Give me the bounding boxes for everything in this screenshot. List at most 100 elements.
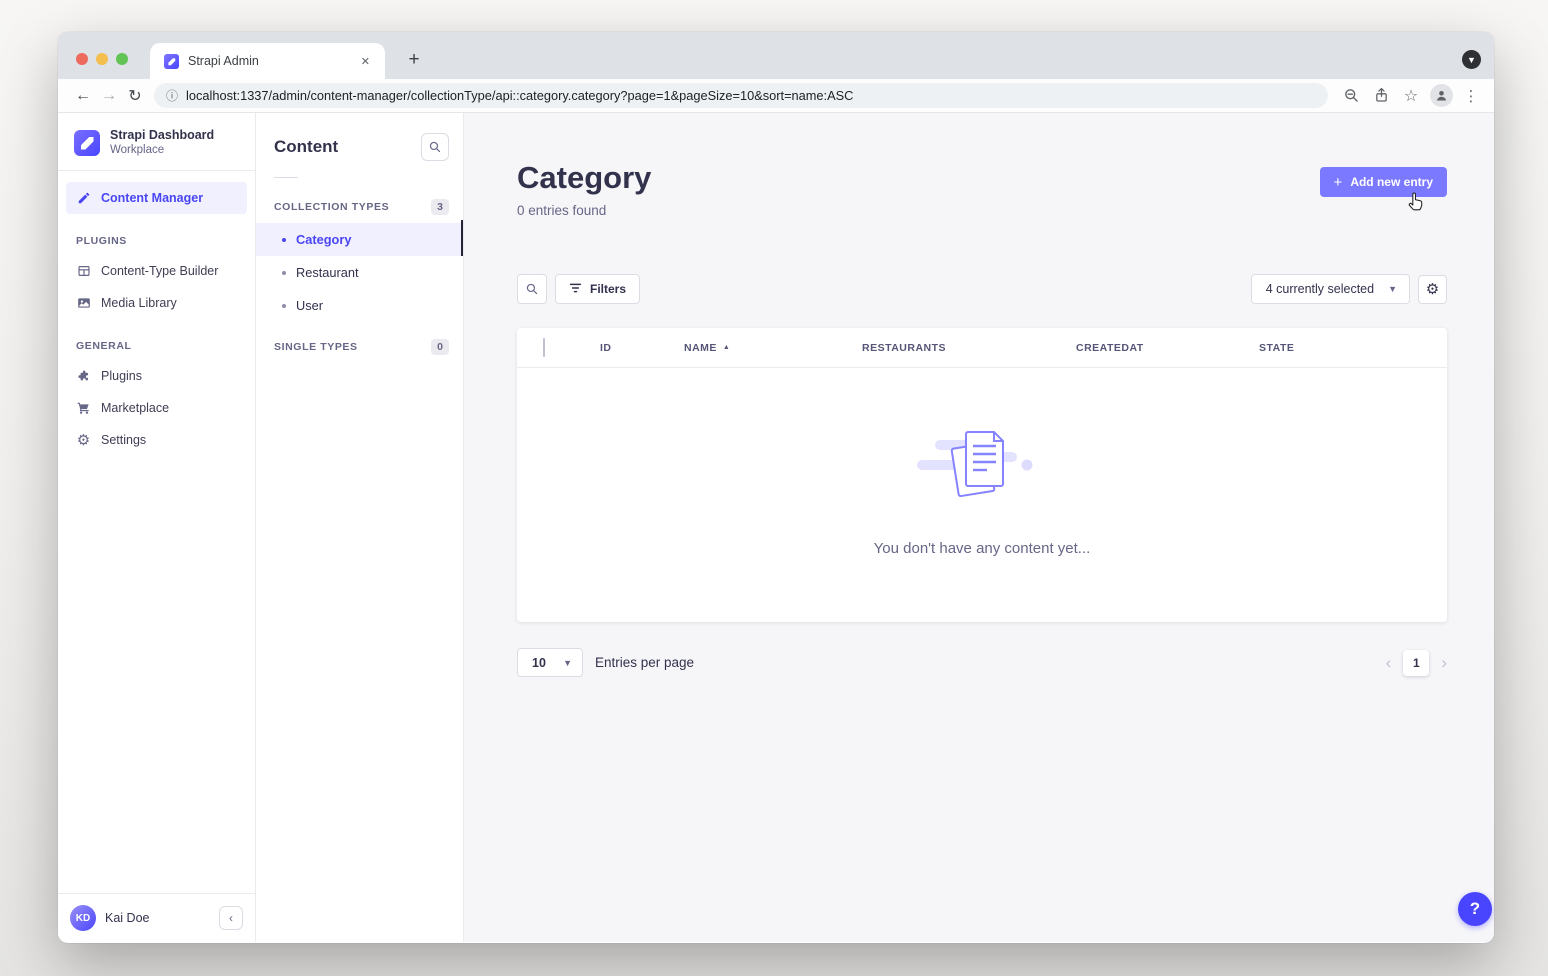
sidebar-section-plugins: PLUGINS bbox=[58, 214, 255, 255]
single-types-label: SINGLE TYPES bbox=[274, 341, 358, 353]
help-button[interactable]: ? bbox=[1458, 892, 1492, 926]
content-panel-header: Content bbox=[256, 113, 463, 167]
sidebar-item-label: Settings bbox=[101, 433, 146, 447]
sidebar-item-settings[interactable]: ⚙ Settings bbox=[66, 424, 247, 456]
reload-button[interactable]: ↻ bbox=[122, 83, 148, 109]
sidebar-section-general: GENERAL bbox=[58, 319, 255, 360]
minimize-window-button[interactable] bbox=[96, 53, 108, 65]
page-title: Category bbox=[517, 160, 651, 196]
filters-label: Filters bbox=[590, 282, 626, 296]
close-tab-icon[interactable]: ✕ bbox=[358, 53, 373, 70]
single-types-count-badge: 0 bbox=[431, 339, 449, 355]
content-panel: Content COLLECTION TYPES 3 Category bbox=[256, 113, 464, 942]
bullet-icon bbox=[282, 271, 286, 275]
zoom-window-button[interactable] bbox=[116, 53, 128, 65]
profile-avatar-icon bbox=[1430, 84, 1453, 107]
sidebar-item-content-type-builder[interactable]: Content-Type Builder bbox=[66, 255, 247, 287]
divider bbox=[274, 177, 298, 178]
search-entries-button[interactable] bbox=[517, 274, 547, 304]
empty-state-message: You don't have any content yet... bbox=[874, 540, 1091, 557]
sidebar-header: Strapi Dashboard Workplace bbox=[58, 113, 255, 171]
column-header-id[interactable]: ID bbox=[600, 342, 684, 354]
entries-per-page-label: Entries per page bbox=[595, 655, 694, 670]
toolbar-actions: ☆ ⋮ bbox=[1338, 83, 1484, 109]
page-size-dropdown[interactable]: 10 ▼ bbox=[517, 648, 583, 677]
sidebar-footer: KD Kai Doe ‹ bbox=[58, 893, 255, 942]
table-action-row: Filters 4 currently selected ▼ ⚙ bbox=[517, 274, 1447, 304]
empty-state: You don't have any content yet... bbox=[517, 368, 1447, 622]
collapse-sidebar-button[interactable]: ‹ bbox=[219, 906, 243, 930]
user-name: Kai Doe bbox=[105, 911, 210, 925]
sidebar-item-label: Plugins bbox=[101, 369, 142, 383]
column-header-restaurants[interactable]: RESTAURANTS bbox=[862, 342, 1076, 354]
search-content-button[interactable] bbox=[421, 133, 449, 161]
forward-button[interactable]: → bbox=[96, 83, 122, 109]
collection-types-section: COLLECTION TYPES 3 bbox=[256, 182, 463, 223]
add-new-entry-button[interactable]: + Add new entry bbox=[1320, 167, 1447, 197]
fields-selected-dropdown[interactable]: 4 currently selected ▼ bbox=[1251, 274, 1410, 304]
collection-item-label: User bbox=[296, 298, 323, 313]
collection-item-label: Restaurant bbox=[296, 265, 359, 280]
sidebar-item-label: Media Library bbox=[101, 296, 177, 310]
layout-grid-icon bbox=[76, 264, 91, 278]
bullet-icon bbox=[282, 304, 286, 308]
sidebar-item-label: Marketplace bbox=[101, 401, 169, 415]
browser-tab[interactable]: Strapi Admin ✕ bbox=[150, 43, 385, 79]
strapi-logo-icon bbox=[74, 130, 100, 156]
browser-toolbar: ← → ↻ ⓘ localhost:1337/admin/content-man… bbox=[58, 79, 1494, 113]
previous-page-button[interactable]: ‹ bbox=[1386, 654, 1392, 671]
back-button[interactable]: ← bbox=[70, 83, 96, 109]
collection-item-restaurant[interactable]: Restaurant bbox=[256, 256, 463, 289]
strapi-app: Strapi Dashboard Workplace Content Manag… bbox=[58, 113, 1494, 942]
main-sidebar: Strapi Dashboard Workplace Content Manag… bbox=[58, 113, 256, 942]
filter-icon bbox=[569, 282, 582, 297]
view-settings-button[interactable]: ⚙ bbox=[1418, 275, 1447, 304]
sidebar-item-label: Content-Type Builder bbox=[101, 264, 218, 278]
address-bar[interactable]: ⓘ localhost:1337/admin/content-manager/c… bbox=[154, 83, 1328, 108]
share-icon[interactable] bbox=[1368, 83, 1394, 109]
zoom-page-icon[interactable] bbox=[1338, 83, 1364, 109]
url-text: localhost:1337/admin/content-manager/col… bbox=[186, 88, 853, 103]
table-header-row: ID NAME ▲ RESTAURANTS CREATEDAT STATE bbox=[517, 328, 1447, 368]
filters-button[interactable]: Filters bbox=[555, 274, 640, 304]
close-window-button[interactable] bbox=[76, 53, 88, 65]
sidebar-item-content-manager[interactable]: Content Manager bbox=[66, 182, 247, 214]
desktop-background: Strapi Admin ✕ + ▼ ← → ↻ ⓘ localhost:133… bbox=[0, 0, 1548, 976]
page-info-icon[interactable]: ⓘ bbox=[166, 87, 178, 104]
chevron-down-icon: ▼ bbox=[1388, 284, 1397, 294]
column-header-name[interactable]: NAME ▲ bbox=[684, 342, 862, 354]
shopping-cart-icon bbox=[76, 401, 91, 415]
column-header-createdat[interactable]: CREATEDAT bbox=[1076, 342, 1259, 354]
sort-ascending-icon: ▲ bbox=[723, 344, 730, 351]
user-avatar[interactable]: KD bbox=[70, 905, 96, 931]
page-header: Category 0 entries found + Add new entry bbox=[517, 160, 1447, 218]
page-size-value: 10 bbox=[532, 656, 546, 670]
next-page-button[interactable]: › bbox=[1441, 654, 1447, 671]
strapi-favicon-icon bbox=[164, 54, 179, 69]
sidebar-item-media-library[interactable]: Media Library bbox=[66, 287, 247, 319]
edit-pencil-icon bbox=[76, 191, 91, 205]
sidebar-item-plugins[interactable]: Plugins bbox=[66, 360, 247, 392]
fields-selected-value: 4 currently selected bbox=[1266, 282, 1374, 296]
puzzle-icon bbox=[76, 369, 91, 383]
column-header-state[interactable]: STATE bbox=[1259, 342, 1447, 354]
window-controls bbox=[76, 53, 128, 65]
sidebar-item-marketplace[interactable]: Marketplace bbox=[66, 392, 247, 424]
bullet-icon bbox=[282, 238, 286, 242]
empty-documents-illustration bbox=[915, 424, 1049, 516]
collection-item-category[interactable]: Category bbox=[256, 223, 463, 256]
panel-scrollbar-thumb[interactable] bbox=[461, 220, 463, 256]
image-icon bbox=[76, 296, 91, 310]
collection-item-user[interactable]: User bbox=[256, 289, 463, 322]
recording-indicator-icon[interactable]: ▼ bbox=[1462, 50, 1481, 69]
current-page-button[interactable]: 1 bbox=[1403, 650, 1429, 676]
gear-icon: ⚙ bbox=[76, 431, 91, 449]
bookmark-star-icon[interactable]: ☆ bbox=[1398, 83, 1424, 109]
entries-count: 0 entries found bbox=[517, 203, 651, 218]
browser-menu-icon[interactable]: ⋮ bbox=[1458, 83, 1484, 109]
add-new-entry-label: Add new entry bbox=[1350, 175, 1433, 189]
collection-types-label: COLLECTION TYPES bbox=[274, 201, 389, 213]
new-tab-button[interactable]: + bbox=[402, 48, 426, 72]
profile-button[interactable] bbox=[1428, 83, 1454, 109]
select-all-checkbox[interactable] bbox=[543, 338, 545, 357]
